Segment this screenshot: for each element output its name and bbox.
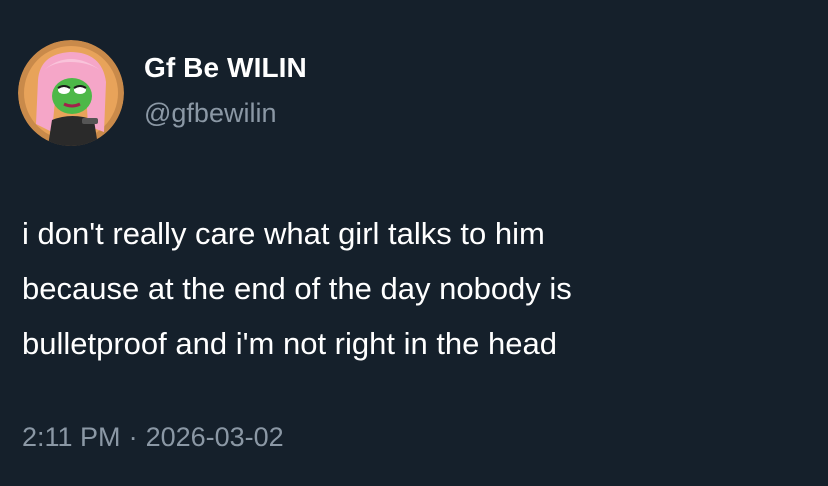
meta-separator: · [128,422,138,452]
tweet-text-line: because at the end of the day nobody is [22,271,572,306]
tweet-date[interactable]: 2026-03-02 [146,422,284,452]
tweet-text-line: bulletproof and i'm not right in the hea… [22,326,557,361]
tweet-meta: 2:11 PM · 2026-03-02 [22,422,284,453]
username-handle[interactable]: @gfbewilin [144,98,276,129]
cartoon-frog-girl-avatar-icon [18,40,124,146]
tweet-card: Gf Be WILIN @gfbewilin i don't really ca… [0,0,828,486]
tweet-text-line: i don't really care what girl talks to h… [22,216,545,251]
tweet-time[interactable]: 2:11 PM [22,422,121,452]
avatar[interactable] [18,40,124,146]
tweet-text: i don't really care what girl talks to h… [22,206,802,371]
display-name[interactable]: Gf Be WILIN [144,52,307,84]
